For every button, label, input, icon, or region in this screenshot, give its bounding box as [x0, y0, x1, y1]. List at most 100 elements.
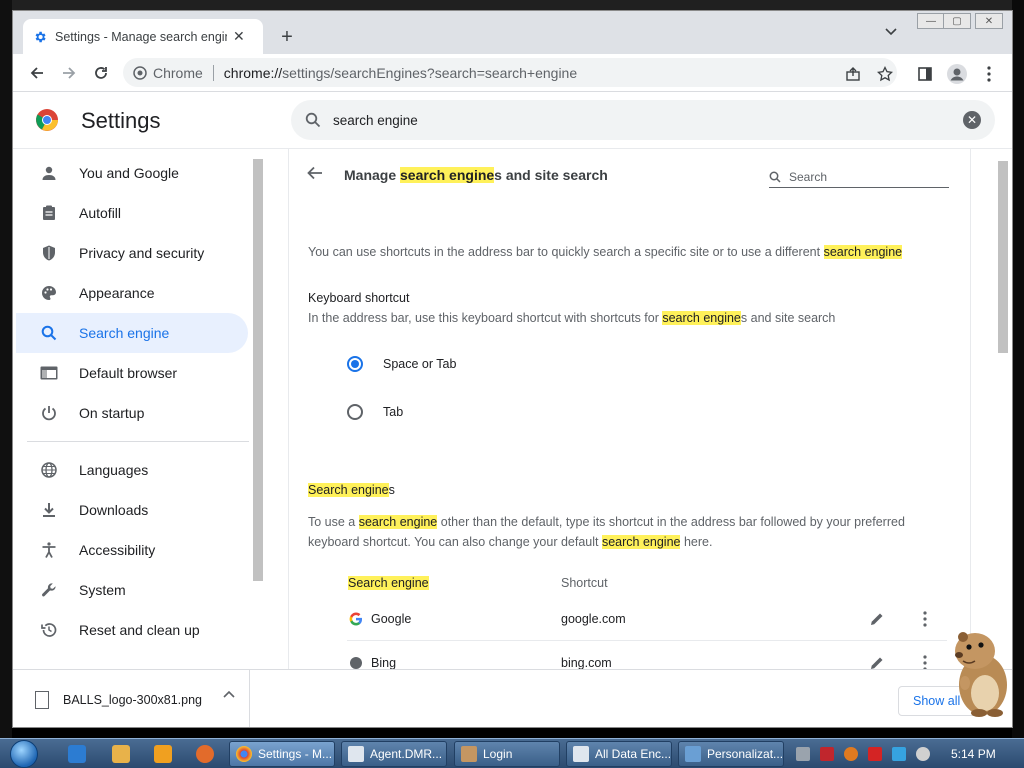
tray-network-icon[interactable] — [796, 747, 810, 761]
page-title-highlight: search engine — [400, 167, 495, 183]
sidebar-scrollbar[interactable] — [251, 149, 263, 669]
clipboard-icon — [39, 203, 59, 223]
tab-settings[interactable]: Settings - Manage search engine ✕ — [23, 19, 263, 54]
back-button[interactable] — [25, 62, 49, 84]
tab-search-chevron-icon[interactable] — [885, 28, 897, 36]
reload-button[interactable] — [89, 62, 113, 84]
page-title: Manage search engines and site search — [344, 167, 608, 183]
main-scrollbar[interactable] — [996, 149, 1010, 669]
radio-tab[interactable]: Tab — [347, 404, 403, 420]
power-icon — [39, 403, 59, 423]
person-icon — [39, 163, 59, 183]
new-tab-button[interactable]: + — [273, 25, 301, 49]
sidebar-item-label: Languages — [79, 462, 149, 478]
edit-pencil-icon[interactable] — [869, 655, 885, 669]
close-window-button[interactable]: ✕ — [975, 13, 1003, 29]
sidebar-item-system[interactable]: System — [13, 570, 263, 610]
bookmark-star-icon[interactable] — [875, 64, 895, 84]
settings-search-input[interactable] — [333, 112, 923, 128]
page-title-post: s and site search — [494, 167, 608, 183]
intro-text-pre: You can use shortcuts in the address bar… — [308, 245, 824, 259]
search-icon — [769, 171, 781, 183]
sidebar-item-privacy-and-security[interactable]: Privacy and security — [13, 233, 263, 273]
keyboard-shortcut-description: In the address bar, use this keyboard sh… — [308, 308, 835, 328]
menu-kebab-icon[interactable] — [979, 64, 999, 84]
engine-shortcut: bing.com — [561, 656, 612, 669]
tray-search-icon[interactable] — [844, 747, 858, 761]
sidebar-item-autofill[interactable]: Autofill — [13, 193, 263, 233]
download-item[interactable]: BALLS_logo-300x81.png — [13, 670, 250, 727]
engine-name: Bing — [371, 656, 397, 669]
radio-button-unchecked[interactable] — [347, 404, 363, 420]
settings-search-field[interactable]: ✕ — [291, 100, 995, 140]
search-icon — [39, 323, 59, 343]
sidebar-item-reset-and-clean-up[interactable]: Reset and clean up — [13, 610, 263, 650]
taskbar-button-all-data[interactable]: All Data Enc... — [566, 741, 672, 767]
sidebar-item-you-and-google[interactable]: You and Google — [13, 153, 263, 193]
tray-flag-icon[interactable] — [868, 747, 882, 761]
side-panel-icon[interactable] — [915, 64, 935, 84]
search-icon — [305, 112, 321, 128]
tab-close-icon[interactable]: ✕ — [233, 28, 245, 45]
sidebar-item-on-startup[interactable]: On startup — [13, 393, 263, 433]
folder-icon[interactable] — [112, 745, 130, 763]
profile-avatar-icon[interactable] — [947, 64, 967, 84]
tray-antivirus-icon[interactable] — [820, 747, 834, 761]
taskbar-button-login[interactable]: Login — [454, 741, 560, 767]
engine-search-field[interactable]: Search — [769, 166, 949, 188]
internet-explorer-icon[interactable] — [68, 745, 86, 763]
chrome-icon — [236, 746, 252, 762]
download-icon — [39, 500, 59, 520]
taskbar-button-label: Login — [483, 747, 513, 761]
sidebar-scrollbar-thumb[interactable] — [253, 159, 263, 581]
taskbar-button-agent[interactable]: Agent.DMR... — [341, 741, 447, 767]
sidebar-item-default-browser[interactable]: Default browser — [13, 353, 263, 393]
more-actions-icon[interactable] — [923, 655, 927, 669]
taskbar-button-personalization[interactable]: Personalizat... — [678, 741, 784, 767]
radio-label: Tab — [383, 405, 404, 419]
chrome-logo-icon — [35, 108, 59, 132]
edit-pencil-icon[interactable] — [869, 611, 885, 627]
omnibox-separator — [212, 64, 214, 81]
media-player-icon[interactable] — [154, 745, 172, 763]
chrome-window: Settings - Manage search engine ✕ + — ▢ … — [12, 10, 1013, 728]
sidebar-item-accessibility[interactable]: Accessibility — [13, 530, 263, 570]
column-header-search-engine: Search engine — [348, 576, 429, 590]
taskbar-button-settings[interactable]: Settings - M... — [229, 741, 335, 767]
search-engines-description-line-2: keyboard shortcut. You can also change y… — [308, 532, 712, 552]
clear-search-icon[interactable]: ✕ — [963, 111, 981, 129]
share-icon[interactable] — [843, 64, 863, 84]
url-path: settings/searchEngines?search=search+eng… — [282, 64, 578, 81]
sidebar-item-label: Reset and clean up — [79, 622, 200, 638]
history-icon — [39, 620, 59, 640]
address-bar[interactable]: Chrome chrome:// settings/searchEngines?… — [123, 58, 897, 87]
se-desc-2: other than the default, type its shortcu… — [437, 515, 905, 529]
page-header: Manage search engines and site search Se… — [289, 149, 970, 199]
chevron-up-icon[interactable] — [223, 690, 235, 698]
main-scrollbar-thumb[interactable] — [998, 161, 1008, 353]
sidebar-item-appearance[interactable]: Appearance — [13, 273, 263, 313]
start-button[interactable] — [10, 740, 38, 768]
back-arrow-icon[interactable] — [307, 166, 323, 180]
windows-taskbar: Settings - M... Agent.DMR... Login All D… — [0, 738, 1024, 768]
se-desc-highlight-2: search engine — [601, 535, 681, 549]
sidebar-item-search-engine[interactable]: Search engine — [16, 313, 248, 353]
sidebar-item-downloads[interactable]: Downloads — [13, 490, 263, 530]
se-desc-4: here. — [680, 535, 713, 549]
forward-button[interactable] — [57, 62, 81, 84]
minimize-button[interactable]: — — [917, 13, 945, 29]
tray-volume-icon[interactable] — [916, 747, 930, 761]
browser-toolbar: Chrome chrome:// settings/searchEngines?… — [13, 54, 1012, 92]
taskbar-clock[interactable]: 5:14 PM — [951, 747, 996, 761]
tray-display-icon[interactable] — [892, 747, 906, 761]
kb-desc-post: s and site search — [740, 311, 836, 325]
radio-space-or-tab[interactable]: Space or Tab — [347, 356, 456, 372]
maximize-button[interactable]: ▢ — [943, 13, 971, 29]
more-actions-icon[interactable] — [923, 610, 927, 627]
search-engines-heading: Search engines — [308, 480, 395, 500]
app-icon[interactable] — [196, 745, 214, 763]
sidebar-item-label: Default browser — [79, 365, 178, 381]
sidebar-item-languages[interactable]: Languages — [13, 450, 263, 490]
sidebar-item-label: Privacy and security — [79, 245, 205, 261]
radio-button-checked[interactable] — [347, 356, 363, 372]
